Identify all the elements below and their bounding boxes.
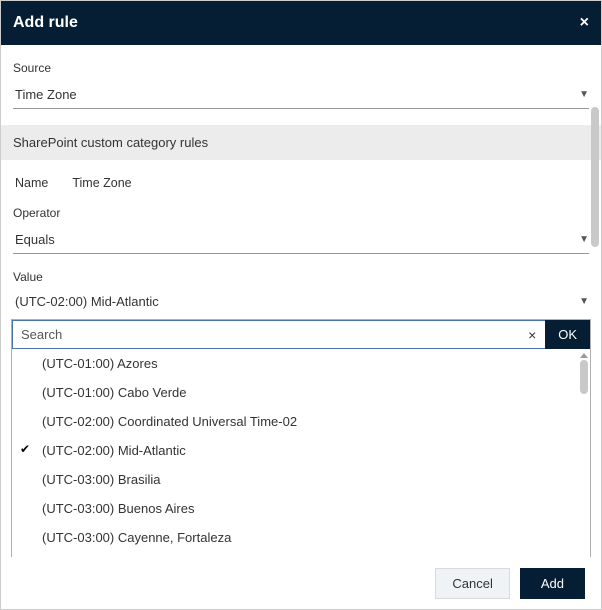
option-label: (UTC-03:00) Brasilia: [42, 472, 160, 487]
option-item[interactable]: (UTC-01:00) Cabo Verde: [12, 378, 576, 407]
options-scrollbar[interactable]: [580, 353, 588, 557]
option-label: (UTC-03:00) Cayenne, Fortaleza: [42, 530, 231, 545]
chevron-down-icon: ▼: [579, 234, 589, 245]
option-label: (UTC-02:00) Mid-Atlantic: [42, 443, 186, 458]
value-label: Value: [13, 270, 589, 284]
option-label: (UTC-01:00) Azores: [42, 356, 158, 371]
body-scrollbar[interactable]: [591, 101, 599, 557]
options-scrollbar-thumb[interactable]: [580, 360, 588, 394]
source-value: Time Zone: [15, 87, 77, 102]
scroll-up-icon[interactable]: [580, 353, 588, 358]
clear-search-icon[interactable]: ×: [519, 320, 545, 349]
chevron-down-icon: ▼: [579, 89, 589, 100]
dialog-add-rule: Add rule × Source Time Zone ▼ SharePoint…: [0, 0, 602, 610]
options-scrollbar-track[interactable]: [580, 360, 588, 540]
source-select[interactable]: Time Zone ▼: [13, 85, 589, 109]
operator-select[interactable]: Equals ▼: [13, 230, 589, 254]
value-selected: (UTC-02:00) Mid-Atlantic: [15, 294, 159, 309]
dialog-title: Add rule: [13, 14, 78, 32]
name-value: Time Zone: [72, 176, 131, 190]
operator-label: Operator: [13, 206, 589, 220]
option-label: (UTC-02:00) Coordinated Universal Time-0…: [42, 414, 297, 429]
search-row: × OK: [12, 320, 590, 349]
option-item[interactable]: (UTC-03:00) Greenland: [12, 552, 576, 557]
option-label: (UTC-01:00) Cabo Verde: [42, 385, 187, 400]
name-row: Name Time Zone: [13, 176, 589, 190]
option-label: (UTC-03:00) Buenos Aires: [42, 501, 194, 516]
chevron-down-icon: ▼: [579, 296, 589, 307]
value-select[interactable]: (UTC-02:00) Mid-Atlantic ▼: [13, 294, 589, 313]
name-label: Name: [15, 176, 48, 190]
dialog-body: Source Time Zone ▼ SharePoint custom cat…: [1, 45, 601, 557]
options-list: (UTC-01:00) Azores (UTC-01:00) Cabo Verde…: [12, 349, 590, 557]
search-input[interactable]: [12, 320, 519, 349]
option-item[interactable]: ✔ (UTC-02:00) Mid-Atlantic: [12, 436, 576, 465]
dialog-header: Add rule ×: [1, 1, 601, 45]
cancel-button[interactable]: Cancel: [435, 568, 509, 599]
value-dropdown: × OK (UTC-01:00) Azores (UTC-01:00) Cabo …: [11, 319, 591, 557]
option-item[interactable]: (UTC-03:00) Brasilia: [12, 465, 576, 494]
add-button[interactable]: Add: [520, 568, 585, 599]
check-icon: ✔: [20, 442, 30, 456]
option-item[interactable]: (UTC-02:00) Coordinated Universal Time-0…: [12, 407, 576, 436]
section-title: SharePoint custom category rules: [1, 125, 601, 160]
ok-button[interactable]: OK: [545, 320, 590, 349]
close-icon[interactable]: ×: [580, 14, 589, 32]
operator-value: Equals: [15, 232, 55, 247]
option-item[interactable]: (UTC-01:00) Azores: [12, 349, 576, 378]
option-item[interactable]: (UTC-03:00) Buenos Aires: [12, 494, 576, 523]
option-item[interactable]: (UTC-03:00) Cayenne, Fortaleza: [12, 523, 576, 552]
body-scrollbar-thumb[interactable]: [591, 107, 599, 247]
source-label: Source: [13, 61, 589, 75]
dialog-footer: Cancel Add: [1, 557, 601, 609]
